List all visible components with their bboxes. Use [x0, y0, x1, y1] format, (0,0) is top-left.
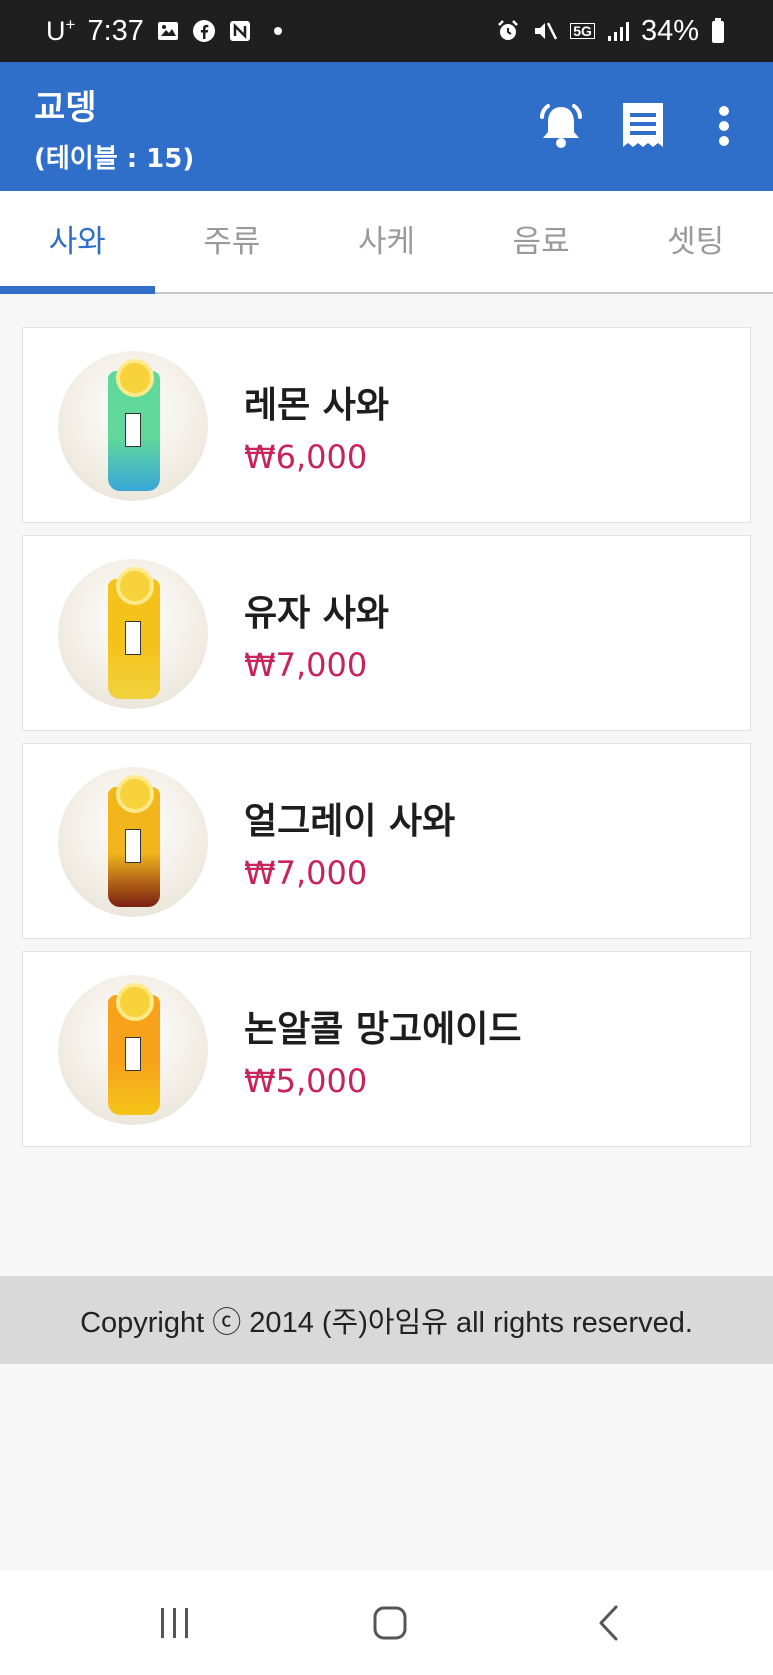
- menu-item-card[interactable]: 얼그레이 사와 ₩7,000: [22, 743, 751, 939]
- menu-item-name: 얼그레이 사와: [244, 801, 456, 842]
- app-bar: 교뎅 (테이블 : 15): [0, 62, 773, 191]
- tab-sake[interactable]: 사케: [309, 191, 464, 292]
- drink-label: [125, 829, 141, 863]
- nfc-icon: [228, 19, 252, 43]
- drink-label: [125, 413, 141, 447]
- notification-dot-icon: [273, 27, 282, 35]
- menu-item-price: ₩7,000: [244, 646, 368, 684]
- status-right: 5G 34%: [496, 15, 725, 48]
- tab-liquor[interactable]: 주류: [155, 191, 310, 292]
- menu-item-price: ₩6,000: [244, 438, 368, 476]
- menu-item-name: 논알콜 망고에이드: [244, 1009, 522, 1050]
- tab-beverage[interactable]: 음료: [464, 191, 619, 292]
- status-time: 7:37: [87, 14, 144, 47]
- battery-percent: 34%: [640, 14, 699, 47]
- menu-item-name: 유자 사와: [244, 593, 390, 634]
- back-icon[interactable]: [578, 1599, 638, 1647]
- lemon-slice: [116, 359, 154, 397]
- status-bar: U+ 7:37 5G 34%: [0, 0, 773, 62]
- alarm-icon: [496, 19, 520, 43]
- lemon-slice: [116, 775, 154, 813]
- tab-settings[interactable]: 셋팅: [618, 191, 773, 292]
- menu-item-image: [58, 559, 208, 709]
- menu-item-card[interactable]: 레몬 사와 ₩6,000: [22, 327, 751, 523]
- battery-icon: [711, 18, 725, 44]
- menu-item-name: 레몬 사와: [244, 385, 390, 426]
- drink-label: [125, 621, 141, 655]
- category-tabs: 사와 주류 사케 음료 셋팅: [0, 191, 773, 294]
- recent-apps-icon[interactable]: [145, 1599, 205, 1647]
- menu-item-card[interactable]: 논알콜 망고에이드 ₩5,000: [22, 951, 751, 1147]
- table-number-label: (테이블 : 15): [34, 144, 195, 174]
- menu-item-image: [58, 351, 208, 501]
- lemon-slice: [116, 567, 154, 605]
- carrier-label: U+: [46, 15, 76, 46]
- drink-label: [125, 1037, 141, 1071]
- menu-list: 레몬 사와 ₩6,000 유자 사와 ₩7,000 얼그레이 사와 ₩7,000…: [22, 327, 751, 1159]
- more-vertical-icon[interactable]: [710, 100, 738, 152]
- tab-sawa[interactable]: 사와: [0, 191, 155, 294]
- home-icon[interactable]: [360, 1599, 420, 1647]
- receipt-icon[interactable]: [620, 100, 666, 152]
- store-name: 교뎅: [34, 88, 97, 128]
- menu-item-image: [58, 975, 208, 1125]
- mute-icon: [532, 19, 558, 43]
- menu-item-price: ₩5,000: [244, 1062, 368, 1100]
- status-left: U+ 7:37: [46, 15, 282, 48]
- network-5g-icon: 5G: [570, 23, 595, 39]
- mango-topping: [116, 983, 154, 1021]
- gallery-icon: [156, 19, 180, 43]
- menu-item-image: [58, 767, 208, 917]
- menu-item-card[interactable]: 유자 사와 ₩7,000: [22, 535, 751, 731]
- facebook-icon: [192, 19, 216, 43]
- copyright-footer: Copyright ⓒ 2014 (주)아임유 all rights reser…: [0, 1276, 773, 1364]
- menu-item-price: ₩7,000: [244, 854, 368, 892]
- system-nav-bar: [0, 1571, 773, 1675]
- signal-icon: [607, 20, 629, 42]
- bell-icon[interactable]: [535, 100, 587, 152]
